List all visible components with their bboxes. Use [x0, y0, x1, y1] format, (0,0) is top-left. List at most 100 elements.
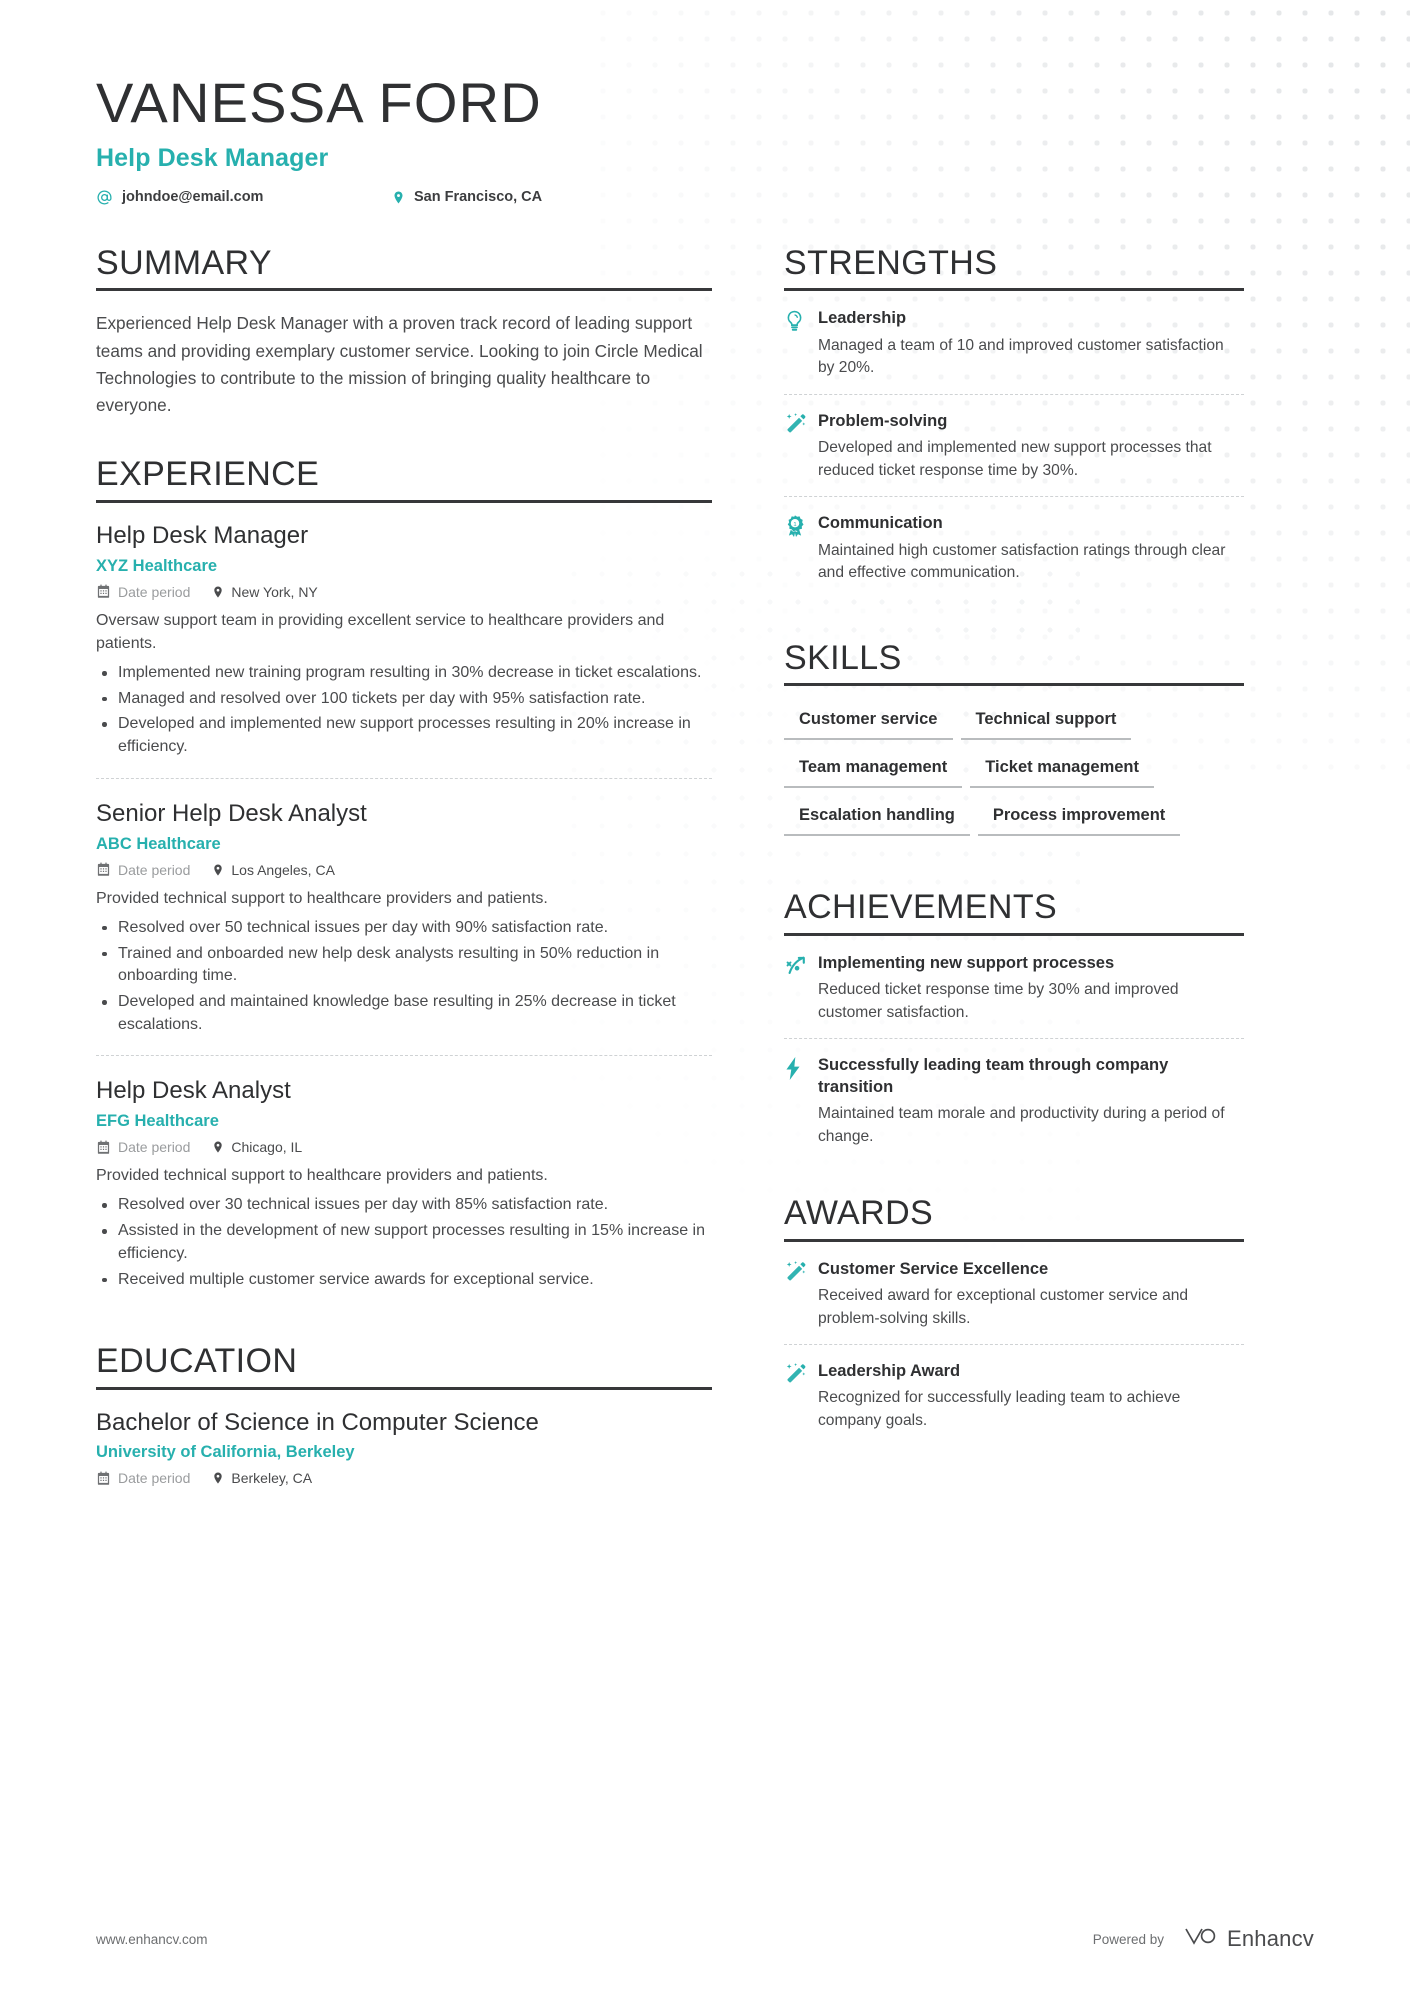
section-title-experience: EXPERIENCE [96, 455, 320, 494]
map-pin-icon [392, 189, 405, 206]
education-date: Date period [96, 1470, 190, 1486]
experience-location-text: Los Angeles, CA [231, 861, 335, 878]
education-meta: Date period Berkeley, CA [96, 1470, 712, 1486]
award-item-description: Recognized for successfully leading team… [818, 1389, 1181, 1429]
achievement-item-title: Implementing new support processes [818, 953, 1115, 972]
experience-date-text: Date period [118, 861, 191, 878]
experience-bullet: Received multiple customer service award… [96, 1269, 712, 1292]
calendar-icon [96, 862, 111, 877]
section-rule [96, 1387, 712, 1391]
magic-wand-icon [784, 1362, 808, 1391]
contact-location: San Francisco, CA [392, 189, 542, 206]
section-strengths: STRENGTHS Leadership Managed a team of 10… [784, 243, 1244, 599]
magic-wand-icon [784, 412, 808, 441]
magic-wand-icon [784, 1260, 808, 1289]
resume-page: VANESSA FORD Help Desk Manager johndoe@e… [0, 0, 1410, 1995]
experience-bullet: Resolved over 30 technical issues per da… [96, 1194, 712, 1217]
section-title-skills: SKILLS [784, 638, 902, 677]
enhancv-wordmark: Enhancv [1226, 1926, 1314, 1951]
footer-url[interactable]: www.enhancv.com [96, 1932, 208, 1947]
experience-bullets: Resolved over 50 technical issues per da… [96, 917, 712, 1037]
achievement-item-description: Reduced ticket response time by 30% and … [818, 981, 1179, 1021]
achievement-item-title: Successfully leading team through compan… [818, 1056, 1169, 1096]
skills-list: Customer service Technical support Team ma… [784, 704, 1244, 848]
awards-list: Customer Service Excellence Received awar… [784, 1256, 1244, 1447]
section-title-summary: SUMMARY [96, 243, 272, 282]
experience-bullet: Developed and implemented new support pr… [96, 713, 712, 758]
experience-company: ABC Healthcare [96, 834, 221, 853]
experience-company: EFG Healthcare [96, 1112, 219, 1131]
map-pin-icon [212, 1139, 224, 1155]
achievement-item-description: Maintained team morale and productivity … [818, 1105, 1225, 1145]
enhancv-mark-icon [1178, 1925, 1218, 1953]
education-school: University of California, Berkeley [96, 1443, 355, 1462]
experience-meta: Date period Los Angeles, CA [96, 862, 712, 878]
education-list: Bachelor of Science in Computer Science U… [96, 1409, 712, 1502]
resume-columns: SUMMARY Experienced Help Desk Manager wi… [0, 242, 1410, 1512]
education-location-text: Berkeley, CA [231, 1470, 313, 1487]
experience-date: Date period [96, 584, 190, 600]
candidate-job-title: Help Desk Manager [96, 143, 329, 172]
section-rule [784, 1238, 1244, 1242]
strength-item-description: Developed and implemented new support pr… [818, 439, 1212, 479]
experience-bullet: Resolved over 50 technical issues per da… [96, 917, 712, 940]
svg-text:1: 1 [793, 522, 796, 528]
section-achievements: ACHIEVEMENTS Implementing new support pr… [784, 890, 1244, 1162]
section-rule [784, 288, 1244, 292]
left-column: SUMMARY Experienced Help Desk Manager wi… [96, 242, 784, 1512]
section-rule [784, 683, 1244, 687]
experience-date-text: Date period [118, 1139, 191, 1156]
resume-header: VANESSA FORD Help Desk Manager johndoe@e… [0, 0, 1410, 206]
experience-meta: Date period Chicago, IL [96, 1139, 712, 1155]
experience-list: Help Desk Manager XYZ Healthcare Date peri… [96, 522, 712, 1310]
experience-date: Date period [96, 1139, 190, 1155]
achievement-item: Implementing new support processes Reduce… [784, 950, 1244, 1038]
calendar-icon [96, 1471, 111, 1486]
award-item-title: Leadership Award [818, 1362, 961, 1381]
education-entry: Bachelor of Science in Computer Science U… [96, 1409, 712, 1502]
section-education: EDUCATION Bachelor of Science in Compute… [96, 1344, 712, 1502]
section-experience: EXPERIENCE Help Desk Manager XYZ Healthca… [96, 455, 712, 1310]
map-pin-icon [212, 584, 224, 600]
experience-location: Chicago, IL [212, 1139, 302, 1155]
experience-entry: Senior Help Desk Analyst ABC Healthcare Da… [96, 777, 712, 1056]
candidate-name: VANESSA FORD [96, 71, 542, 134]
strength-item-description: Managed a team of 10 and improved custom… [818, 336, 1224, 377]
experience-date: Date period [96, 862, 190, 878]
experience-bullet: Developed and maintained knowledge base … [96, 991, 712, 1036]
section-summary: SUMMARY Experienced Help Desk Manager wi… [96, 243, 712, 419]
experience-role: Help Desk Manager [96, 521, 309, 549]
section-title-achievements: ACHIEVEMENTS [784, 888, 1058, 927]
strengths-list: Leadership Managed a team of 10 and impro… [784, 305, 1244, 598]
skill-tag: Technical support [960, 704, 1132, 741]
contact-email-text: johndoe@email.com [122, 189, 264, 206]
at-sign-icon [96, 189, 113, 206]
map-pin-icon [212, 862, 224, 878]
section-title-strengths: STRENGTHS [784, 243, 998, 282]
skill-tag: Team management [784, 752, 963, 789]
contact-email[interactable]: johndoe@email.com [96, 189, 392, 206]
summary-body: Experienced Help Desk Manager with a pro… [96, 310, 712, 419]
experience-bullet: Trained and onboarded new help desk anal… [96, 943, 712, 988]
section-skills: SKILLS Customer service Technical support… [784, 638, 1244, 849]
strength-item-title: Leadership [818, 309, 907, 328]
experience-bullets: Resolved over 30 technical issues per da… [96, 1194, 712, 1291]
education-degree: Bachelor of Science in Computer Science [96, 1409, 539, 1437]
strength-item-title: Communication [818, 514, 943, 533]
map-pin-icon [212, 1470, 224, 1486]
award-item: Leadership Award Recognized for successfu… [784, 1344, 1244, 1446]
experience-date-text: Date period [118, 583, 191, 600]
education-date-text: Date period [118, 1470, 191, 1487]
experience-description: Provided technical support to healthcare… [96, 889, 548, 907]
resume-content: VANESSA FORD Help Desk Manager johndoe@e… [0, 0, 1410, 1512]
experience-bullets: Implemented new training program resulti… [96, 662, 712, 759]
experience-location: Los Angeles, CA [212, 862, 335, 878]
experience-role: Senior Help Desk Analyst [96, 799, 367, 827]
achievement-item: Successfully leading team through compan… [784, 1038, 1244, 1162]
section-rule [96, 288, 712, 292]
strength-item-description: Maintained high customer satisfaction ra… [818, 541, 1226, 582]
experience-role: Help Desk Analyst [96, 1077, 291, 1105]
contact-row: johndoe@email.com San Francisco, CA [96, 189, 1410, 206]
enhancv-logo: Enhancv [1178, 1925, 1314, 1953]
resume-footer: www.enhancv.com Powered by Enhancv [0, 1883, 1410, 1995]
